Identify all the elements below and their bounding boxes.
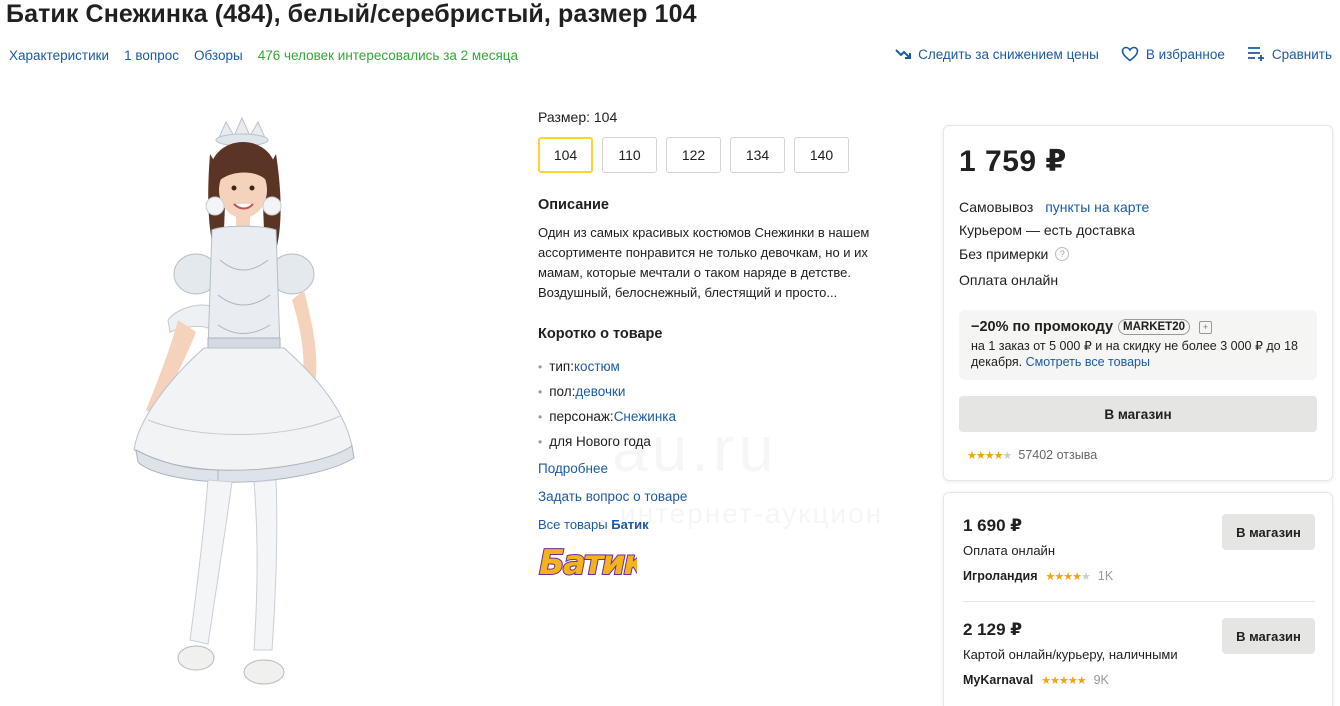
offer-shop: MyKarnaval ★ ★ ★ ★ ★ 9K bbox=[963, 673, 1109, 687]
interest-counter: 476 человек интересовались за 2 месяца bbox=[257, 48, 519, 63]
main-price: 1 759 ₽ bbox=[959, 145, 1067, 178]
rating-stars: ★ ★ ★ ★ ★ bbox=[1045, 570, 1091, 583]
product-photo[interactable] bbox=[108, 110, 376, 706]
short-info-heading: Коротко о товаре bbox=[538, 326, 663, 342]
short-item-key: персонаж: bbox=[549, 409, 614, 424]
promo-title: −20% по промокоду bbox=[971, 319, 1114, 335]
all-brand-products-link[interactable]: Все товары Батик bbox=[538, 517, 649, 532]
short-item-link[interactable]: костюм bbox=[574, 359, 620, 374]
track-price-label: Следить за снижением цены bbox=[918, 46, 1099, 62]
watermark: au.ru bbox=[612, 412, 778, 486]
compare-icon bbox=[1247, 47, 1264, 61]
main-offer-card: 1 759 ₽ Самовывоз пункты на карте Курьер… bbox=[943, 125, 1333, 481]
size-option-140[interactable]: 140 bbox=[794, 137, 849, 173]
favorite-button[interactable]: В избранное bbox=[1121, 46, 1225, 62]
divider bbox=[963, 601, 1315, 602]
offer-price: 2 129 ₽ bbox=[963, 620, 1023, 639]
shop-name[interactable]: MyKarnaval bbox=[963, 673, 1033, 687]
shop-rating: ★ ★ ★ ★ ★ 57402 отзыва bbox=[967, 448, 1097, 462]
product-actions: Следить за снижением цены В избранное Ср… bbox=[895, 46, 1332, 62]
fitting-option: Без примерки ? bbox=[959, 246, 1070, 262]
go-to-shop-button[interactable]: В магазин bbox=[1222, 514, 1315, 550]
description-text: Один из самых красивых костюмов Снежинки… bbox=[538, 225, 870, 300]
shop-rating-count: 9K bbox=[1093, 673, 1109, 687]
description-heading: Описание bbox=[538, 197, 609, 213]
reviews-link[interactable]: Обзоры bbox=[194, 48, 243, 63]
track-price-button[interactable]: Следить за снижением цены bbox=[895, 47, 1099, 62]
fitting-label: Без примерки bbox=[959, 246, 1049, 262]
product-title: Батик Снежинка (484), белый/серебристый,… bbox=[6, 0, 697, 28]
rating-stars: ★ ★ ★ ★ ★ bbox=[1041, 674, 1086, 687]
go-to-shop-button[interactable]: В магазин bbox=[959, 396, 1317, 432]
heart-icon bbox=[1121, 46, 1139, 62]
rating-stars: ★ ★ ★ ★ ★ bbox=[967, 449, 1012, 462]
short-item-link[interactable]: девочки bbox=[575, 384, 625, 399]
courier-option: Курьером — есть доставка bbox=[959, 222, 1135, 238]
compare-label: Сравнить bbox=[1271, 46, 1332, 62]
other-offers-card: 1 690 ₽ Оплата онлайн Игроландия ★ ★ ★ ★ ★ 1… bbox=[943, 492, 1333, 706]
promo-text-block: на 1 заказ от 5 000 ₽ и на скидку не бол… bbox=[971, 338, 1305, 370]
list-item: пол: девочки bbox=[538, 379, 676, 404]
svg-text:Батик: Батик bbox=[539, 543, 637, 582]
size-option-104[interactable]: 104 bbox=[538, 137, 593, 173]
pickup-option: Самовывоз пункты на карте bbox=[959, 199, 1149, 215]
copy-icon[interactable]: + bbox=[1199, 320, 1212, 334]
more-details-link[interactable]: Подробнее bbox=[538, 461, 608, 476]
reviews-count-link[interactable]: 57402 отзыва bbox=[1018, 448, 1097, 462]
size-selector: 104 110 122 134 140 bbox=[538, 137, 849, 173]
list-item: тип: костюм bbox=[538, 354, 676, 379]
questions-link[interactable]: 1 вопрос bbox=[124, 48, 179, 63]
short-item-key: пол: bbox=[549, 384, 576, 399]
trend-down-icon bbox=[895, 49, 912, 59]
offer-payment: Оплата онлайн bbox=[963, 543, 1055, 558]
promo-block: −20% по промокоду MARKET20 + на 1 заказ … bbox=[959, 310, 1317, 380]
size-option-110[interactable]: 110 bbox=[602, 137, 657, 173]
promo-all-products-link[interactable]: Смотреть все товары bbox=[1026, 355, 1150, 369]
size-option-122[interactable]: 122 bbox=[666, 137, 721, 173]
pickup-label: Самовывоз bbox=[959, 199, 1034, 215]
brand-name: Батик bbox=[611, 517, 649, 532]
help-icon[interactable]: ? bbox=[1055, 247, 1070, 261]
shop-rating-count: 1K bbox=[1097, 569, 1114, 583]
short-item-key: тип: bbox=[549, 359, 574, 374]
offer-price: 1 690 ₽ bbox=[963, 516, 1023, 535]
shop-name[interactable]: Игроландия bbox=[963, 569, 1038, 583]
payment-option: Оплата онлайн bbox=[959, 272, 1059, 288]
pickup-map-link[interactable]: пункты на карте bbox=[1045, 199, 1149, 215]
size-option-134[interactable]: 134 bbox=[730, 137, 785, 173]
go-to-shop-button[interactable]: В магазин bbox=[1222, 618, 1315, 654]
brand-logo[interactable]: Батик bbox=[537, 538, 637, 582]
promo-code[interactable]: MARKET20 bbox=[1118, 319, 1190, 335]
compare-button[interactable]: Сравнить bbox=[1247, 46, 1332, 62]
product-subnav: Характеристики 1 вопрос Обзоры 476 челов… bbox=[9, 48, 518, 63]
size-label: Размер: 104 bbox=[538, 109, 618, 125]
ask-question-link[interactable]: Задать вопрос о товаре bbox=[538, 489, 687, 504]
offer-shop: Игроландия ★ ★ ★ ★ ★ 1K bbox=[963, 569, 1113, 583]
all-products-prefix: Все товары bbox=[538, 517, 612, 532]
favorite-label: В избранное bbox=[1145, 46, 1225, 62]
offer-payment: Картой онлайн/курьеру, наличными bbox=[963, 647, 1178, 662]
characteristics-link[interactable]: Характеристики bbox=[9, 48, 109, 63]
